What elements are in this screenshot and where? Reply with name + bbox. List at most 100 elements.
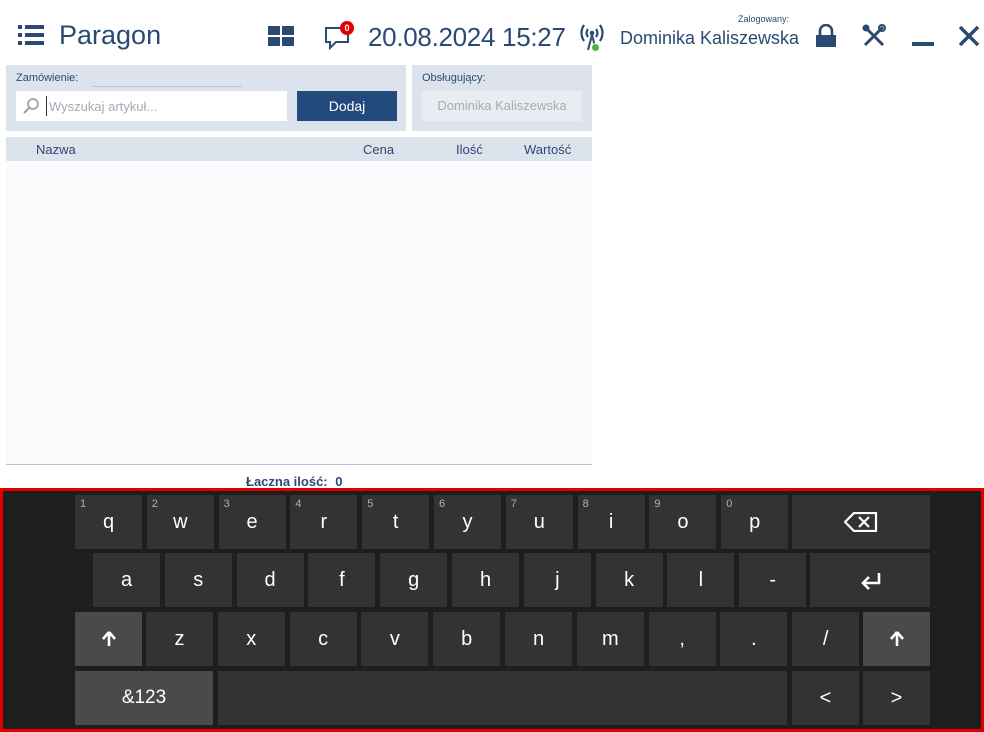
key-row2-5[interactable]: h	[452, 553, 519, 607]
table-divider	[6, 464, 592, 465]
key-label: ,	[679, 628, 685, 650]
online-status-dot	[591, 43, 600, 52]
logged-in-user: Dominika Kaliszewska	[620, 28, 800, 48]
key-row2-4[interactable]: g	[380, 553, 448, 607]
add-button[interactable]: Dodaj	[297, 91, 397, 121]
key-number-hint: 5	[367, 498, 374, 510]
key-row1-0[interactable]: 1q	[75, 495, 142, 549]
column-price[interactable]: Cena	[363, 142, 394, 157]
key-number-hint: 7	[510, 498, 517, 510]
close-icon[interactable]	[958, 24, 980, 48]
top-bar: Paragon 0 20.08.2024 15:27 Zalogowany: D…	[0, 0, 984, 64]
shift-right-key[interactable]	[863, 612, 930, 666]
key-row3-3[interactable]: v	[361, 612, 429, 666]
key-number-hint: 1	[80, 498, 87, 510]
key-row3-0[interactable]: z	[146, 612, 213, 666]
key-row2-6[interactable]: j	[523, 553, 591, 607]
key-row3-2[interactable]: c	[289, 612, 357, 666]
key-row2-7[interactable]: k	[595, 553, 663, 607]
key-label: h	[479, 569, 492, 591]
key-row2-3[interactable]: f	[308, 553, 376, 607]
served-by-field[interactable]: Dominika Kaliszewska	[422, 91, 582, 121]
key-label: f	[339, 569, 345, 591]
column-name[interactable]: Nazwa	[36, 142, 76, 157]
hamburger-menu-icon[interactable]	[18, 24, 46, 46]
key-row3-1[interactable]: x	[217, 612, 285, 666]
key-row1-8[interactable]: 9o	[649, 495, 717, 549]
key-row1-3[interactable]: 4r	[290, 495, 358, 549]
key-label: g	[408, 569, 420, 591]
logged-in-label: Zalogowany:	[738, 14, 790, 24]
column-value[interactable]: Wartość	[524, 142, 571, 157]
key-label: k	[624, 569, 635, 591]
cursor-left-key[interactable]: <	[792, 671, 859, 725]
key-number-hint: 8	[582, 498, 589, 510]
key-label: l	[698, 569, 704, 591]
key-number-hint: 2	[151, 498, 158, 510]
key-row3-6[interactable]: m	[576, 612, 644, 666]
shift-arrow-icon	[890, 631, 904, 646]
search-input[interactable]	[46, 96, 282, 116]
key-row1-2[interactable]: 3e	[218, 495, 286, 549]
space-key[interactable]	[218, 671, 787, 725]
total-quantity-label: Łaczna ilość:	[246, 474, 328, 489]
key-number-hint: 4	[295, 498, 302, 510]
total-quantity-value: 0	[335, 474, 343, 489]
key-label: n	[532, 628, 545, 650]
key-row1-1[interactable]: 2w	[146, 495, 214, 549]
key-label: /	[822, 628, 829, 650]
backspace-key[interactable]	[792, 495, 930, 549]
key-label: a	[120, 569, 133, 591]
enter-key[interactable]	[810, 553, 930, 607]
enter-icon	[861, 573, 881, 590]
key-label: d	[264, 569, 276, 591]
key-number-hint: 3	[223, 498, 230, 510]
on-screen-keyboard: &123 < > 1q2w3e4r5t6y7u8i9o0p a s d f g h j k l - z…	[0, 488, 984, 732]
key-row1-9[interactable]: 0p	[721, 495, 789, 549]
key-label: s	[193, 569, 204, 591]
lock-icon[interactable]	[815, 24, 837, 48]
key-label: -	[769, 569, 777, 591]
key-row3-7[interactable]: ,	[648, 612, 716, 666]
items-table-header: Nazwa Cena Ilość Wartość	[6, 137, 592, 161]
grid-view-icon[interactable]	[268, 26, 294, 46]
order-panel: Zamówienie: Dodaj	[6, 65, 406, 131]
symbols-key[interactable]: &123	[75, 671, 213, 725]
key-row3-8[interactable]: .	[720, 612, 788, 666]
cursor-right-key[interactable]: >	[863, 671, 930, 725]
key-row2-9[interactable]: -	[739, 553, 807, 607]
key-label: c	[318, 628, 329, 650]
key-label: z	[174, 628, 185, 650]
served-by-panel: Obsługujący: Dominika Kaliszewska	[412, 65, 592, 131]
order-label: Zamówienie:	[16, 72, 79, 84]
key-row3-9[interactable]: /	[792, 612, 860, 666]
date-time: 20.08.2024 15:27	[368, 22, 566, 52]
key-label: x	[246, 628, 257, 650]
key-row2-1[interactable]: s	[164, 553, 232, 607]
key-row3-5[interactable]: n	[505, 612, 572, 666]
key-number-hint: 0	[726, 498, 733, 510]
backspace-icon	[844, 512, 878, 532]
key-label: .	[751, 628, 757, 650]
items-table-body	[6, 161, 592, 464]
search-icon	[23, 98, 39, 114]
key-row2-2[interactable]: d	[236, 553, 304, 607]
key-row3-4[interactable]: b	[433, 612, 501, 666]
key-row1-7[interactable]: 8i	[577, 495, 645, 549]
key-row1-4[interactable]: 5t	[362, 495, 430, 549]
settings-tools-icon[interactable]	[862, 24, 886, 48]
shift-arrow-icon	[102, 631, 116, 646]
key-label: v	[389, 628, 400, 650]
key-row2-0[interactable]: a	[93, 553, 160, 607]
key-label: j	[555, 569, 560, 591]
key-row1-6[interactable]: 7u	[505, 495, 573, 549]
shift-left-key[interactable]	[75, 612, 142, 666]
key-row1-5[interactable]: 6y	[434, 495, 501, 549]
minimize-icon[interactable]	[912, 24, 934, 48]
app-title: Paragon	[59, 20, 162, 50]
served-by-label: Obsługujący:	[422, 72, 486, 84]
search-box[interactable]	[16, 91, 287, 121]
notification-badge: 0	[340, 21, 354, 35]
column-quantity[interactable]: Ilość	[456, 142, 483, 157]
key-row2-8[interactable]: l	[667, 553, 735, 607]
